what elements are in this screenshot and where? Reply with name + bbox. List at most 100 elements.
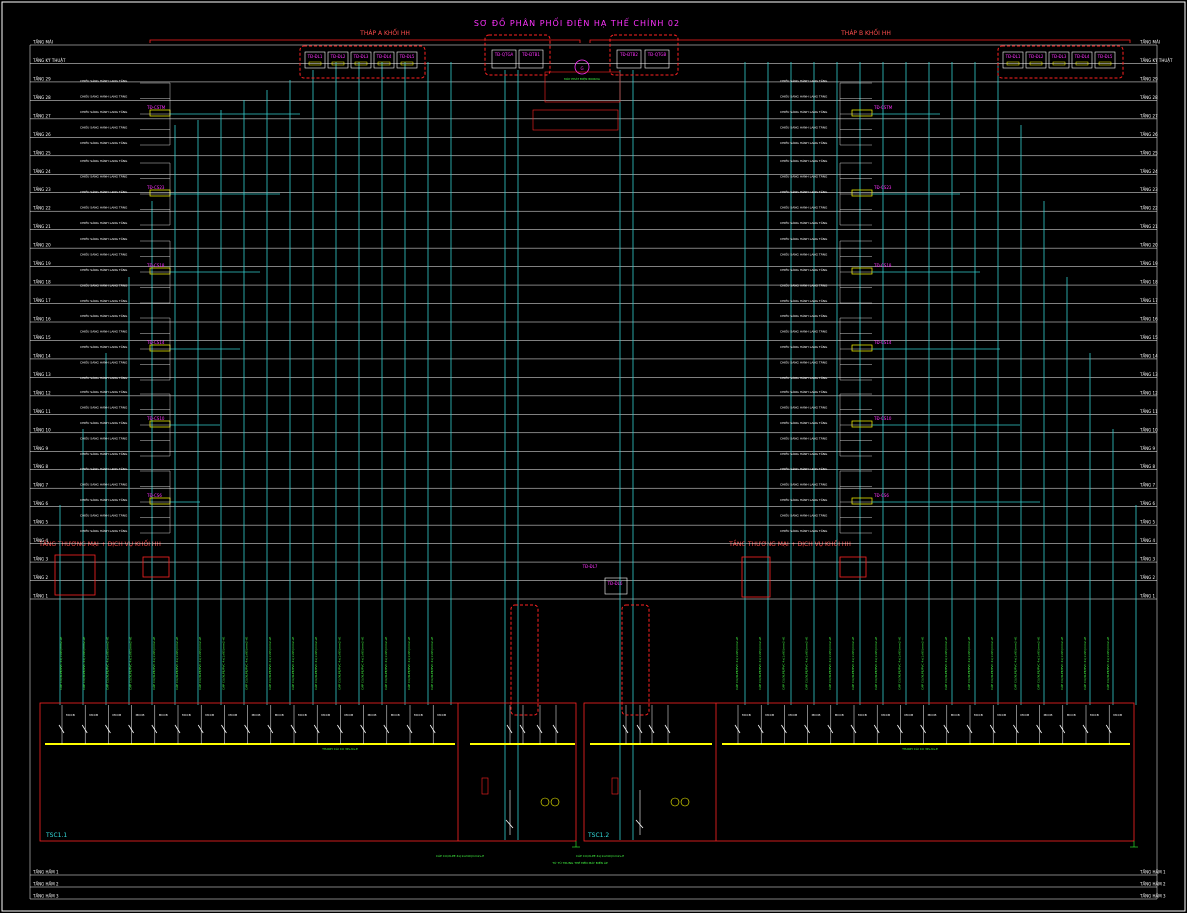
basement-label-right: TẦNG HẦM 1 [1139, 870, 1166, 875]
breaker-label: MCCB [742, 713, 751, 717]
floor-label-left: TẦNG 13 [32, 372, 51, 377]
floor-label-right: TẦNG 5 [1139, 520, 1156, 525]
breaker-label: MCCB [89, 713, 98, 717]
floor-label-left: TẦNG 20 [32, 243, 51, 248]
drawing-title: SƠ ĐỒ PHÂN PHỐI ĐIỆN HẠ THẾ CHÍNH 02 [474, 16, 680, 29]
feeder-label: CÁP CU/XLPE/PVC 4x(1x95)mm2+E [966, 637, 971, 690]
feeder-label: CÁP CU/XLPE/PVC 4x(1x95)mm2+E [757, 637, 762, 690]
top-left-code: TĐ-ĐL5 [399, 54, 415, 59]
breaker-contact [221, 724, 227, 734]
panel-a-label: TSC1.1 [45, 832, 67, 839]
breaker-contact [105, 724, 111, 734]
drawing-border [1, 1, 1186, 912]
sub-board-left [149, 497, 171, 505]
floor-feed-right-label: CHIẾU SÁNG HÀNH LANG TẦNG [780, 204, 828, 210]
center-breaker-contact [519, 724, 526, 734]
floor-label-left: TẦNG 11 [32, 409, 51, 414]
feeder-label: CÁP CU/XLPE/PVC 4x(1x95)mm2+E [734, 637, 739, 690]
feeder-label: CÁP CU/XLPE/PVC 4x(1x95)mm2+E [81, 637, 86, 690]
floor-feed-right-label: CHIẾU SÁNG HÀNH LANG TẦNG [780, 496, 828, 502]
basement-label-right: TẦNG HẦM 3 [1139, 894, 1166, 899]
tower-b-label: THÁP B KHỐI HH [840, 29, 891, 37]
breaker-contact [244, 724, 250, 734]
feeder-label: CÁP CU/XLPE/PVC 4x(1x95)mm2+E [1105, 637, 1110, 690]
feeder-label: CÁP CU/XLPE/PVC 4x(1x95)mm2+E [290, 637, 295, 690]
breaker-contact [1082, 724, 1089, 734]
sub-board-right-code: TĐ-CS14 [873, 340, 892, 345]
floor-feed-right-label: CHIẾU SÁNG HÀNH LANG TẦNG [780, 77, 828, 83]
feeder-label: CÁP CU/XLPE/PVC 4x(1x95)mm2+E [174, 637, 179, 690]
breaker-contact [850, 724, 857, 734]
breaker-label: MCCB [112, 713, 121, 717]
floor-label-right: TẦNG MÁI [1139, 40, 1160, 45]
feeder-label: CÁP CU/XLPE/PVC 4x(1x95)mm2+E [850, 637, 855, 690]
floor-label-right: TẦNG 19 [1139, 261, 1158, 266]
floor-label-right: TẦNG 23 [1139, 187, 1158, 192]
breaker-contact [1013, 724, 1019, 734]
ct-symbol [481, 777, 489, 795]
floor-label-right: TẦNG 3 [1139, 557, 1156, 562]
center-feeder-highlight-a [510, 604, 539, 716]
breaker-contact [989, 724, 996, 734]
sub-board-right [851, 497, 873, 505]
tower-a-bracket [149, 39, 581, 43]
floor-label-left: TẦNG 14 [32, 353, 51, 358]
floor-label-left: TẦNG 4 [32, 538, 49, 543]
floor-feed-right-label: CHIẾU SÁNG HÀNH LANG TẦNG [780, 388, 828, 394]
top-right-code: TĐ-ĐL1 [1005, 54, 1021, 59]
floor-feed-left-label: CHIẾU SÁNG HÀNH LANG TẦNG [80, 481, 128, 487]
floor-label-left: TẦNG 23 [32, 187, 51, 192]
breaker-contact [897, 724, 903, 734]
breaker-contact [360, 724, 366, 734]
floor-label-left: TẦNG 29 [32, 76, 51, 81]
floor-label-left: TẦNG 16 [32, 317, 51, 322]
top-right-code: TĐ-ĐL2 [1028, 54, 1044, 59]
breaker-label: MCCB [1067, 713, 1076, 717]
floor-label-right: TẦNG 1 [1139, 594, 1156, 599]
floor-label-right: TẦNG 12 [1139, 390, 1158, 395]
floor-feed-left-label: CHIẾU SÁNG HÀNH LANG TẦNG [80, 450, 128, 456]
floor-feed-left-label: CHIẾU SÁNG HÀNH LANG TẦNG [80, 266, 128, 272]
breaker-label: MCCB [1090, 713, 1099, 717]
breaker-label: MCCB [812, 713, 821, 717]
floor-label-left: TẦNG 21 [32, 224, 51, 229]
floor-label-right: TẦNG 14 [1139, 353, 1158, 358]
breaker-contact [58, 724, 65, 734]
floor-feed-left-label: CHIẾU SÁNG HÀNH LANG TẦNG [80, 374, 128, 380]
center-panel-b: TĐ-ĐL7 [582, 564, 598, 569]
breaker-label: MCCB [368, 713, 377, 717]
feeder-label: CÁP CU/XLPE/PVC 4x(1x95)mm2+E [104, 637, 109, 690]
floor-label-left: TẦNG MÁI [32, 40, 53, 45]
breaker-contact [128, 724, 134, 734]
sub-board-left [149, 109, 171, 117]
floor-label-left: TẦNG 2 [32, 575, 49, 580]
floor-label-right: TẦNG 25 [1139, 150, 1158, 155]
floor-feed-right-label: CHIẾU SÁNG HÀNH LANG TẦNG [780, 108, 828, 114]
floor-feed-right-label: CHIẾU SÁNG HÀNH LANG TẦNG [780, 359, 828, 365]
feeder-label: CÁP CU/XLPE/PVC 4x(1x95)mm2+E [780, 637, 785, 690]
floor-label-right: TẦNG 8 [1139, 464, 1156, 469]
breaker-contact [966, 724, 973, 734]
center-panel-a: TĐ-ĐL6 [607, 581, 623, 586]
breaker-contact [827, 724, 834, 734]
floor-feed-left-label: CHIẾU SÁNG HÀNH LANG TẦNG [80, 251, 128, 257]
sub-board-left-code: TĐ-CS18 [146, 263, 165, 268]
floor-label-right: TẦNG 27 [1139, 113, 1158, 118]
floor-feed-left-label: CHIẾU SÁNG HÀNH LANG TẦNG [80, 77, 128, 83]
floor-feed-left-label: CHIẾU SÁNG HÀNH LANG TẦNG [80, 173, 128, 179]
floor-label-right: TẦNG 17 [1139, 298, 1158, 303]
breaker-label: MCCB [997, 713, 1006, 717]
breaker-label: MCCB [66, 713, 75, 717]
breaker-label: MCCB [391, 713, 400, 717]
floor-feed-right-label: CHIẾU SÁNG HÀNH LANG TẦNG [780, 266, 828, 272]
floor-feed-right-label: CHIẾU SÁNG HÀNH LANG TẦNG [780, 251, 828, 257]
floor-feed-left-label: CHIẾU SÁNG HÀNH LANG TẦNG [80, 527, 128, 533]
busbar-label-b: THANH CÁI CU 3P+N+E [901, 746, 938, 751]
floor-feed-left-label: CHIẾU SÁNG HÀNH LANG TẦNG [80, 157, 128, 163]
center-feeder-highlight-b [621, 604, 650, 716]
breaker-label: MCCB [765, 713, 774, 717]
sub-board-right-code: TĐ-CS23 [873, 185, 892, 190]
floor-label-left: TẦNG 19 [32, 261, 51, 266]
floor-label-left: TẦNG 15 [32, 335, 51, 340]
floor-feed-right-label: CHIẾU SÁNG HÀNH LANG TẦNG [780, 173, 828, 179]
